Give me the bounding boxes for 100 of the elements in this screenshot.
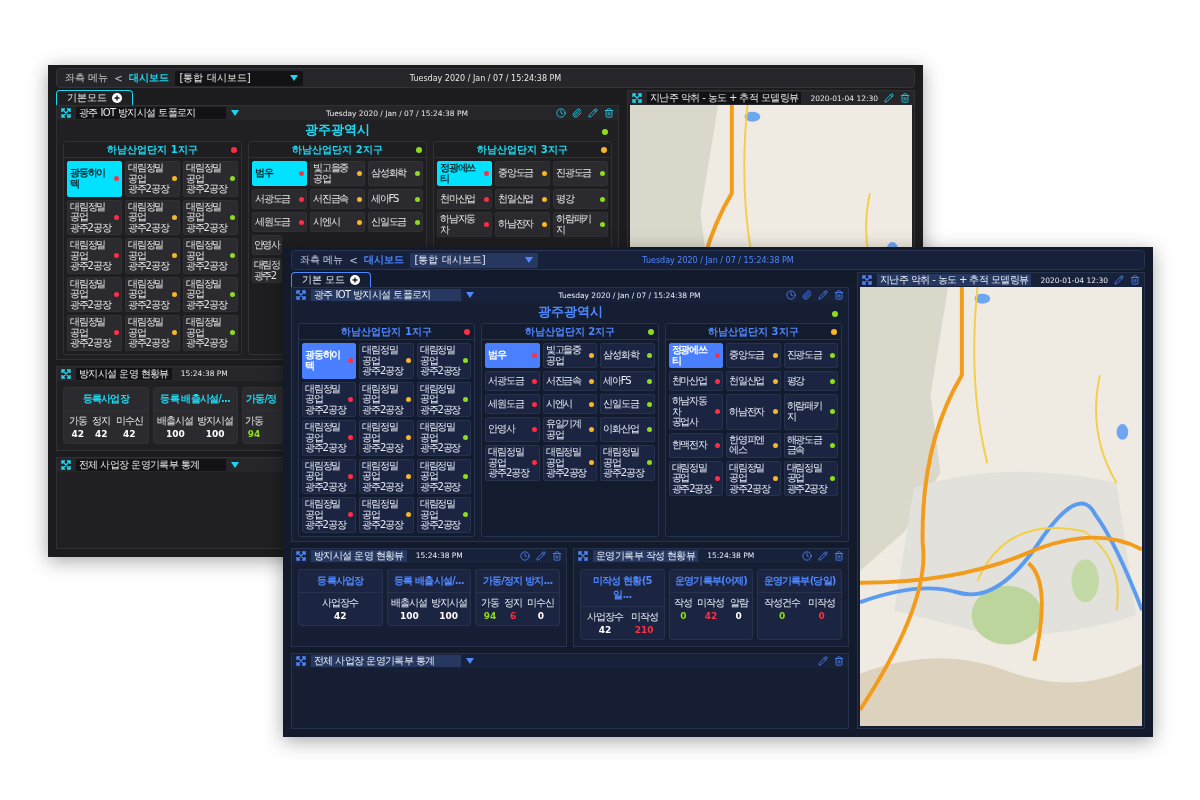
crossed-arrows-icon[interactable] [862, 275, 872, 285]
facility-button[interactable]: 하람패키지 [783, 394, 838, 430]
facility-button[interactable]: 유일기계공업 [542, 417, 598, 442]
facility-button[interactable]: 대림정밀공업 광주2공장 [183, 238, 238, 274]
facility-button[interactable]: 서광도금 [485, 371, 540, 391]
facility-button[interactable]: 삼성화학 [368, 161, 423, 186]
clock-icon[interactable] [519, 550, 530, 561]
facility-button[interactable]: 빛고을중공업 [542, 343, 598, 368]
facility-button[interactable]: 천일산업 [495, 189, 550, 209]
trash-icon[interactable] [899, 92, 910, 104]
plus-icon[interactable] [112, 93, 122, 103]
dashboard-select[interactable]: [통합 대시보드] [174, 70, 303, 86]
facility-button[interactable]: 대림정밀공업 광주2공장 [125, 161, 180, 197]
facility-button[interactable]: 대림정밀공업 광주2공장 [416, 420, 472, 456]
facility-button[interactable]: 신일도금 [600, 394, 655, 414]
plus-icon[interactable] [350, 275, 361, 285]
caret-icon[interactable] [466, 292, 474, 298]
facility-button[interactable]: 중앙도금 [495, 161, 550, 186]
facility-button[interactable]: 대림정밀공업 광주2공장 [183, 199, 238, 235]
facility-button[interactable]: 한영피엔에스 [726, 432, 781, 458]
caret-icon[interactable] [289, 75, 298, 81]
trash-icon[interactable] [833, 655, 844, 666]
facility-button[interactable]: 대림정밀공업 광주2공장 [359, 458, 414, 494]
crossed-arrows-icon[interactable] [296, 290, 306, 300]
pencil-icon[interactable] [817, 289, 828, 301]
facility-button[interactable]: 대림정밀공업 광주2공장 [359, 420, 414, 456]
facility-button[interactable]: 대림정밀공업 광주2공장 [359, 497, 414, 533]
trash-icon[interactable] [603, 107, 614, 119]
facility-button[interactable]: 대림정밀공업 광주2공장 [359, 343, 414, 379]
pencil-icon[interactable] [883, 92, 895, 104]
dashboard-select[interactable]: [통합 대시보드] [409, 252, 538, 268]
facility-button[interactable]: 하남자동차 공업사 [668, 394, 724, 430]
facility-button[interactable]: 천마산업 [668, 371, 724, 391]
facility-button[interactable]: 안영사 [252, 235, 282, 255]
facility-button[interactable]: 해광도금금속 [783, 432, 838, 458]
crossed-arrows-icon[interactable] [578, 550, 588, 561]
pencil-icon[interactable] [587, 107, 598, 119]
trash-icon[interactable] [833, 550, 844, 561]
facility-button[interactable]: 대림정 광주2 [252, 258, 282, 283]
pencil-icon[interactable] [817, 655, 828, 666]
facility-button[interactable]: 대림정밀공업 광주2공장 [302, 420, 357, 456]
mode-tab[interactable]: 기본모드 [56, 90, 133, 105]
pencil-icon[interactable] [817, 550, 828, 561]
facility-button[interactable]: 세아FS [368, 189, 423, 209]
facility-button[interactable]: 대림정밀공업 광주2공장 [125, 238, 180, 274]
crossed-arrows-icon[interactable] [296, 550, 306, 561]
facility-button[interactable]: 대림정밀공업 광주2공장 [67, 315, 122, 351]
facility-button[interactable]: 대림정밀공업 광주2공장 [302, 381, 357, 417]
facility-button[interactable]: 정광에쓰티 [668, 343, 724, 368]
facility-button[interactable]: 천마산업 [437, 189, 492, 209]
pencil-icon[interactable] [535, 550, 546, 561]
facility-button[interactable]: 대림정밀공업 광주2공장 [67, 238, 122, 274]
facility-button[interactable]: 신일도금 [368, 212, 423, 232]
facility-button[interactable]: 대림정밀공업 광주2공장 [67, 199, 122, 235]
crossed-arrows-icon[interactable] [296, 655, 306, 666]
facility-button[interactable]: 세원도금 [252, 212, 307, 232]
crossed-arrows-icon[interactable] [632, 93, 642, 103]
facility-button[interactable]: 대림정밀공업 광주2공장 [783, 460, 838, 496]
caret-icon[interactable] [466, 657, 474, 664]
facility-button[interactable]: 대림정밀공업 광주2공장 [359, 381, 414, 417]
paperclip-icon[interactable] [801, 289, 812, 301]
crossed-arrows-icon[interactable] [61, 368, 71, 379]
paperclip-icon[interactable] [571, 107, 582, 119]
facility-button[interactable]: 평강 [783, 371, 838, 391]
facility-button[interactable]: 안영사 [485, 417, 540, 442]
caret-icon[interactable] [231, 461, 239, 468]
trash-icon[interactable] [833, 289, 844, 301]
trash-icon[interactable] [1129, 274, 1140, 286]
facility-button[interactable]: 광동하이텍 [67, 161, 122, 197]
facility-button[interactable]: 대림정밀공업 광주2공장 [302, 497, 357, 533]
facility-button[interactable]: 세원도금 [485, 394, 540, 414]
facility-button[interactable]: 대림정밀공업 광주2공장 [183, 161, 238, 197]
facility-button[interactable]: 대림정밀공업 광주2공장 [302, 458, 357, 494]
facility-button[interactable]: 천일산업 [726, 371, 781, 391]
facility-button[interactable]: 대림정밀공업 광주2공장 [726, 460, 781, 496]
mode-tab[interactable]: 기본 모드 [291, 272, 372, 287]
facility-button[interactable]: 시엔시 [310, 212, 365, 232]
caret-icon[interactable] [231, 110, 239, 116]
trash-icon[interactable] [551, 550, 562, 561]
facility-button[interactable]: 대림정밀공업 광주2공장 [485, 445, 540, 481]
facility-button[interactable]: 대림정밀공업 광주2공장 [125, 276, 180, 312]
facility-button[interactable]: 평강 [553, 189, 608, 209]
facility-button[interactable]: 범우 [252, 161, 307, 186]
facility-button[interactable]: 대림정밀공업 광주2공장 [416, 343, 472, 379]
facility-button[interactable]: 광동하이텍 [302, 343, 357, 379]
facility-button[interactable]: 대림정밀공업 광주2공장 [416, 497, 472, 533]
pencil-icon[interactable] [1113, 274, 1125, 286]
breadcrumb-link[interactable]: 대시보드 [363, 253, 404, 267]
breadcrumb-link[interactable]: 대시보드 [128, 71, 169, 85]
facility-button[interactable]: 대림정밀공업 광주2공장 [183, 315, 238, 351]
facility-button[interactable]: 중앙도금 [726, 343, 781, 368]
clock-icon[interactable] [555, 107, 566, 119]
facility-button[interactable]: 진광도금 [553, 161, 608, 186]
facility-button[interactable]: 서광도금 [252, 189, 307, 209]
facility-button[interactable]: 대림정밀공업 광주2공장 [668, 460, 724, 496]
facility-button[interactable]: 서진금속 [542, 371, 598, 391]
facility-button[interactable]: 범우 [485, 343, 540, 368]
facility-button[interactable]: 하남전자 [495, 212, 550, 237]
facility-button[interactable]: 하남전자 [726, 394, 781, 430]
facility-button[interactable]: 대림정밀공업 광주2공장 [416, 458, 472, 494]
